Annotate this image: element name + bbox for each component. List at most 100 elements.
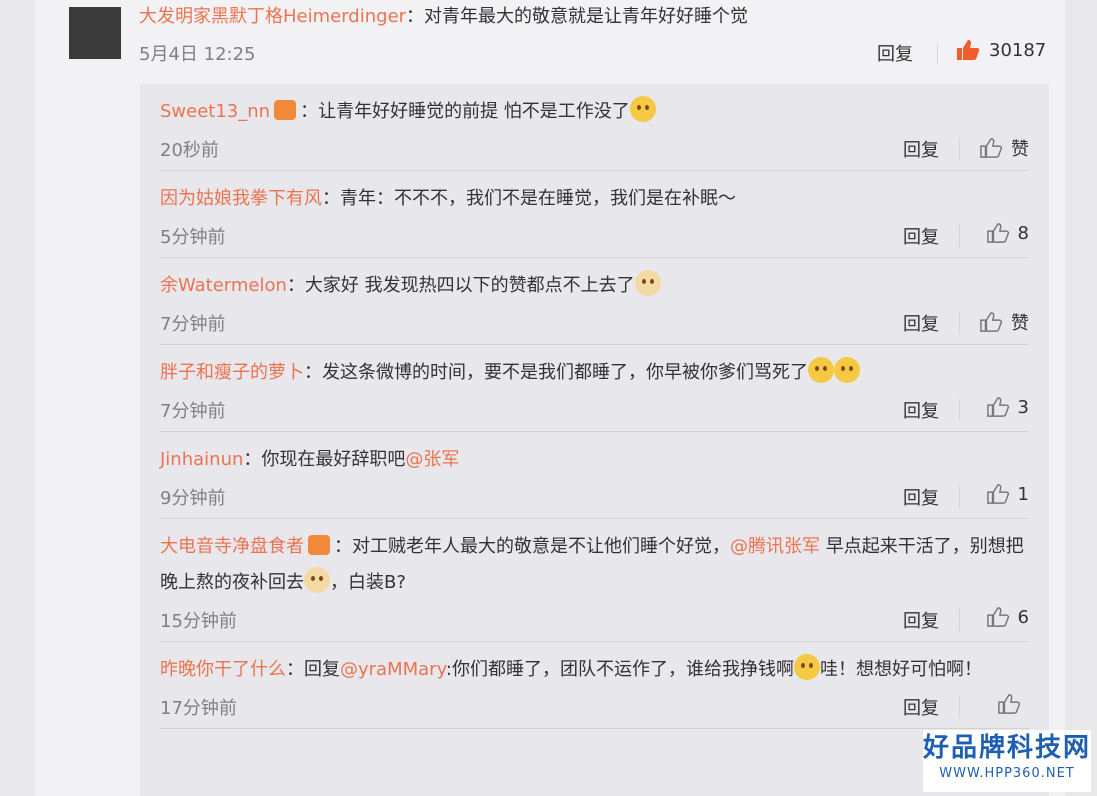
reply-meta-row: 17分钟前 回复 <box>160 690 1029 729</box>
reply-item: 因为姑娘我拳下有风：青年：不不不，我们不是在睡觉，我们是在补眠～ 5分钟前 回复 8 <box>140 171 1049 258</box>
top-like-button[interactable]: 30187 <box>955 38 1046 62</box>
divider <box>959 399 960 421</box>
reply-item: Sweet13_nn ：让青年好好睡觉的前提 怕不是工作没了 20秒前 回复 赞 <box>140 84 1049 171</box>
reply-text: Sweet13_nn ：让青年好好睡觉的前提 怕不是工作没了 <box>160 94 1030 130</box>
reply-text: 昨晚你干了什么：回复@yraMMary:你们都睡了，团队不运作了，谁给我挣钱啊 哇… <box>160 652 1030 688</box>
top-reply-button[interactable]: 回复 <box>877 40 913 66</box>
reply-body: ：你现在最好辞职吧 <box>243 449 406 470</box>
reply-time: 17分钟前 <box>160 698 237 719</box>
like-button[interactable]: 3 <box>986 396 1029 418</box>
like-button[interactable]: 赞 <box>979 135 1029 161</box>
divider <box>959 609 960 631</box>
like-button[interactable]: 6 <box>986 606 1029 628</box>
reply-meta-row: 9分钟前 回复 1 <box>160 480 1029 519</box>
avatar[interactable] <box>69 7 121 59</box>
mention-link[interactable]: @腾讯张军 <box>730 536 820 557</box>
divider <box>937 43 938 65</box>
reply-username[interactable]: 昨晚你干了什么 <box>160 659 286 680</box>
reply-meta-row: 15分钟前 回复 6 <box>160 603 1029 642</box>
reply-username[interactable]: Sweet13_nn <box>160 101 270 122</box>
top-comment-text-line: 大发明家黑默丁格Heimerdinger：对青年最大的敬意就是让青年好好睡个觉 <box>139 4 1049 30</box>
reply-item: Jinhainun：你现在最好辞职吧@张军 9分钟前 回复 1 <box>140 432 1049 519</box>
reply-button[interactable]: 回复 <box>903 310 939 336</box>
reply-time: 7分钟前 <box>160 401 226 422</box>
like-button[interactable]: 1 <box>986 483 1029 505</box>
top-username[interactable]: 大发明家黑默丁格Heimerdinger <box>139 6 406 27</box>
sad-emoji-icon <box>629 96 656 122</box>
thumbs-up-icon <box>957 40 980 60</box>
thumbs-up-icon <box>986 484 1009 504</box>
mention-link[interactable]: @yraMMary <box>340 659 446 680</box>
reply-button[interactable]: 回复 <box>903 223 939 249</box>
divider <box>959 312 960 334</box>
smile-emoji-icon <box>834 357 860 383</box>
reply-time: 15分钟前 <box>160 611 237 632</box>
divider <box>959 486 960 508</box>
surprised-emoji-icon <box>793 654 820 680</box>
reply-username[interactable]: 胖子和瘦子的萝卜 <box>160 362 304 383</box>
member-badge-icon <box>274 100 297 120</box>
thumbs-up-icon <box>998 694 1021 714</box>
reply-body: ：发这条微博的时间，要不是我们都睡了，你早被你爹们骂死了 <box>304 362 808 383</box>
member-badge-icon <box>308 535 330 555</box>
reply-body: ，白装B? <box>330 572 406 593</box>
thumbs-up-icon <box>986 223 1009 243</box>
reply-username[interactable]: 大电音寺净盘食者 <box>160 536 304 557</box>
reply-button[interactable]: 回复 <box>903 607 939 633</box>
like-button[interactable]: 赞 <box>979 309 1029 335</box>
like-count: 赞 <box>1011 313 1029 334</box>
like-button[interactable]: 8 <box>986 222 1029 244</box>
reply-username[interactable]: 因为姑娘我拳下有风 <box>160 188 322 209</box>
reply-username[interactable]: Jinhainun <box>160 449 243 470</box>
smile-emoji-icon <box>808 357 834 383</box>
like-count: 6 <box>1017 606 1029 628</box>
divider <box>959 225 960 247</box>
top-meta-row: 5月4日 12:25 回复 30187 <box>139 38 1049 78</box>
reply-time: 5分钟前 <box>160 227 226 248</box>
watermark-url: WWW.HPP360.NET <box>939 766 1075 781</box>
like-button[interactable] <box>997 693 1029 715</box>
top-time: 5月4日 12:25 <box>139 44 256 65</box>
reply-button[interactable]: 回复 <box>903 484 939 510</box>
reply-text: 余Watermelon：大家好 我发现热四以下的赞都点不上去了 <box>160 268 1030 304</box>
reply-body: ：让青年好好睡觉的前提 怕不是工作没了 <box>300 101 630 122</box>
reply-body: :你们都睡了，团队不运作了，谁给我挣钱啊 <box>445 659 794 680</box>
reply-item: 昨晚你干了什么：回复@yraMMary:你们都睡了，团队不运作了，谁给我挣钱啊 哇… <box>140 642 1049 729</box>
doge-emoji-icon <box>634 270 661 296</box>
reply-time: 20秒前 <box>160 140 219 161</box>
divider <box>959 696 960 718</box>
reply-list: Sweet13_nn ：让青年好好睡觉的前提 怕不是工作没了 20秒前 回复赞因为姑娘… <box>140 84 1049 796</box>
reply-text: Jinhainun：你现在最好辞职吧@张军 <box>160 442 1030 478</box>
reply-button[interactable]: 回复 <box>903 694 939 720</box>
like-count: 8 <box>1017 222 1029 244</box>
reply-body: ：大家好 我发现热四以下的赞都点不上去了 <box>286 275 635 296</box>
reply-body: ：青年：不不不，我们不是在睡觉，我们是在补眠～ <box>322 188 736 209</box>
reply-item: 余Watermelon：大家好 我发现热四以下的赞都点不上去了 7分钟前 回复 赞 <box>140 258 1049 345</box>
like-count: 1 <box>1017 483 1029 505</box>
thumbs-up-icon <box>980 138 1003 158</box>
top-comment-text: 对青年最大的敬意就是让青年好好睡个觉 <box>424 6 749 27</box>
like-count: 3 <box>1017 396 1029 418</box>
reply-body: ：回复 <box>286 659 340 680</box>
reply-meta-row: 7分钟前 回复 3 <box>160 393 1029 432</box>
reply-button[interactable]: 回复 <box>903 397 939 423</box>
doge-emoji-icon <box>304 567 330 593</box>
reply-time: 7分钟前 <box>160 314 226 335</box>
reply-body: ：对工贼老年人最大的敬意是不让他们睡个好觉， <box>334 536 730 557</box>
mention-link[interactable]: @张军 <box>405 449 459 470</box>
thumbs-up-icon <box>980 312 1003 332</box>
thumbs-up-icon <box>986 607 1009 627</box>
like-count: 赞 <box>1011 139 1029 160</box>
reply-meta-row: 5分钟前 回复 8 <box>160 219 1029 258</box>
reply-text: 因为姑娘我拳下有风：青年：不不不，我们不是在睡觉，我们是在补眠～ <box>160 181 1030 217</box>
watermark-title: 好品牌科技网 <box>923 733 1092 763</box>
reply-meta-row: 20秒前 回复 赞 <box>160 132 1029 171</box>
reply-body: 哇！想想好可怕啊！ <box>819 659 982 680</box>
reply-text: 大电音寺净盘食者 ：对工贼老年人最大的敬意是不让他们睡个好觉，@腾讯张军 早点起来… <box>160 529 1030 601</box>
top-like-count: 30187 <box>989 39 1047 61</box>
reply-item: 胖子和瘦子的萝卜：发这条微博的时间，要不是我们都睡了，你早被你爹们骂死了 7分钟前… <box>140 345 1049 432</box>
reply-username[interactable]: 余Watermelon <box>160 275 287 296</box>
reply-time: 9分钟前 <box>160 488 226 509</box>
thumbs-up-icon <box>986 397 1009 417</box>
reply-button[interactable]: 回复 <box>903 136 939 162</box>
